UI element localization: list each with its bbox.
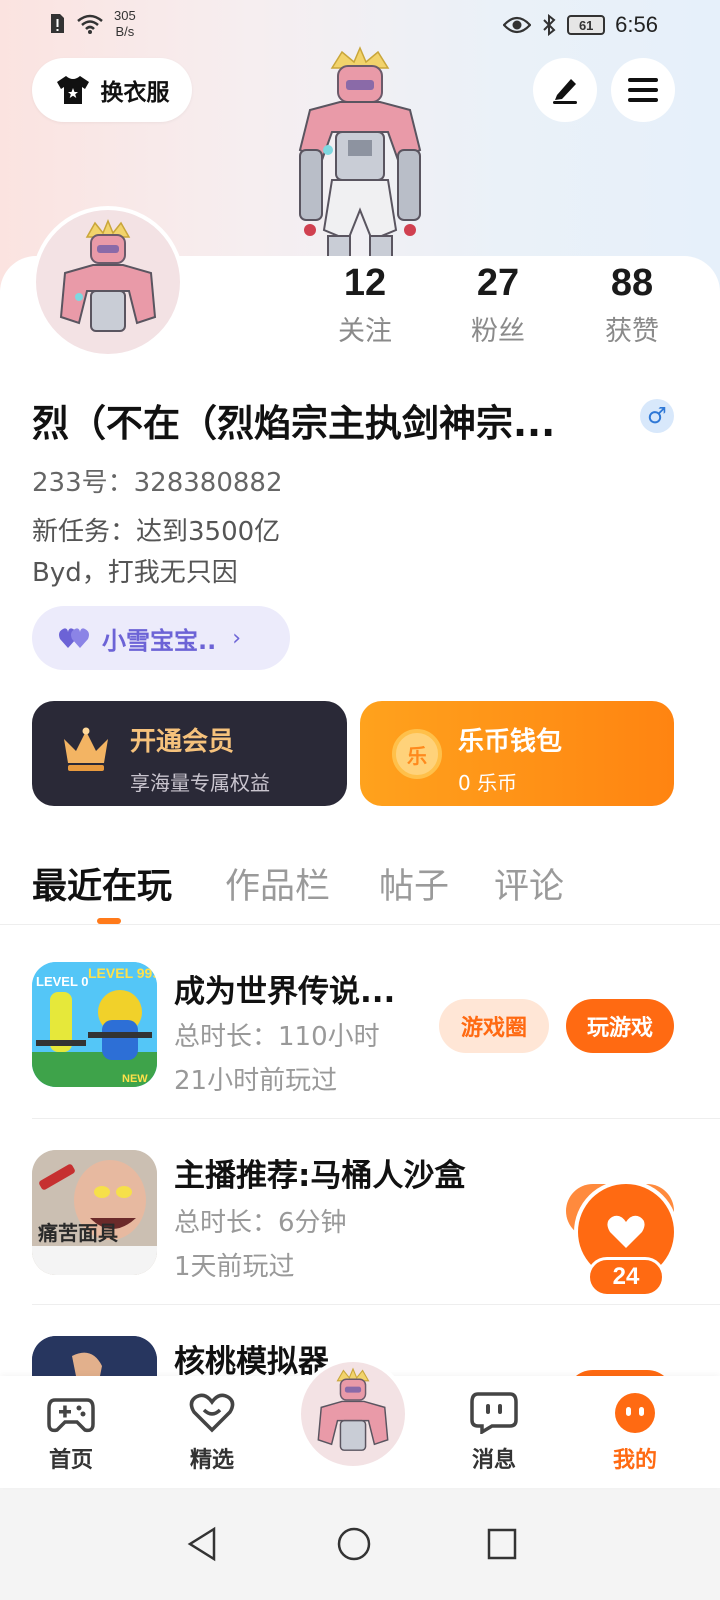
eye-icon (503, 16, 532, 34)
hamburger-menu-icon (628, 78, 658, 102)
followers-count: 27 (476, 262, 520, 304)
tab-comments[interactable]: 评论 (494, 858, 564, 909)
profile-stats: 12 关注 27 粉丝 88 获赞 (0, 262, 720, 362)
back-triangle-icon[interactable] (186, 1526, 218, 1562)
profile-face-icon (615, 1393, 655, 1433)
system-navigation-bar (0, 1488, 720, 1600)
followers-label: 粉丝 (471, 316, 525, 347)
tab-works[interactable]: 作品栏 (225, 858, 330, 909)
play-game-button[interactable]: 玩游戏 (566, 999, 674, 1053)
bio-line: Byd，打我无只因 (32, 558, 238, 588)
game-duration: 总时长：6分钟 (174, 1208, 347, 1238)
profile-tabs: 最近在玩 作品栏 帖子 评论 (32, 858, 712, 928)
change-outfit-label: 换衣服 (100, 80, 170, 106)
crown-icon (64, 727, 108, 771)
game-thumbnail: LEVEL 0 LEVEL 999 NEW (32, 962, 157, 1087)
battery-icon: 61 (567, 15, 606, 35)
game-thumb-label-left: LEVEL 0 (36, 974, 89, 989)
user-bio: 新任务：达到3500亿 Byd，打我无只因 (32, 512, 280, 594)
nav-center-avatar[interactable] (297, 1358, 409, 1470)
nav-messages[interactable]: 消息 (449, 1392, 539, 1474)
heart-icon (607, 1215, 645, 1248)
male-gender-icon: ♂ (640, 399, 674, 433)
tshirt-icon (56, 76, 89, 104)
game-title: 核桃模拟器 (174, 1344, 329, 1380)
nav-profile-label: 我的 (612, 1448, 657, 1473)
avatar-robot-image (317, 1367, 389, 1451)
divider (32, 1304, 720, 1305)
following-label: 关注 (338, 316, 392, 347)
nav-featured[interactable]: 精选 (167, 1392, 257, 1474)
user-id[interactable]: 233号：328380882 (32, 462, 283, 499)
tab-posts[interactable]: 帖子 (379, 858, 449, 909)
nav-profile[interactable]: 我的 (590, 1392, 680, 1474)
network-speed: 305 B/s (114, 8, 136, 39)
alert-sim-icon (51, 14, 64, 33)
recents-square-icon[interactable] (486, 1526, 518, 1562)
vip-subtitle: 享海量专属权益 (130, 771, 270, 795)
wallet-balance: 0 乐币 (458, 771, 518, 795)
game-icon-image: LEVEL 0 LEVEL 999 NEW (32, 962, 157, 1087)
edit-profile-button[interactable] (533, 58, 597, 122)
relation-tag-chip[interactable]: 小雪宝宝.. › (32, 606, 290, 670)
bottom-navigation: 首页 精选 消息 我的 (0, 1358, 720, 1488)
game-icon-image: 痛苦面具 (32, 1150, 157, 1275)
nav-home-label: 首页 (48, 1448, 93, 1473)
divider (32, 1118, 720, 1119)
gamepad-icon (47, 1398, 95, 1433)
wifi-icon (77, 14, 103, 34)
nav-messages-label: 消息 (471, 1448, 516, 1473)
game-thumb-label-right: LEVEL 999 (88, 965, 157, 981)
nav-featured-label: 精选 (189, 1448, 234, 1473)
nav-home[interactable]: 首页 (26, 1392, 116, 1474)
double-heart-icon (59, 628, 89, 648)
stat-following[interactable]: 12 关注 (315, 262, 415, 348)
home-circle-icon[interactable] (336, 1526, 372, 1562)
bluetooth-icon (543, 14, 556, 36)
game-thumbnail: 痛苦面具 (32, 1150, 157, 1275)
wallet-title: 乐币钱包 (458, 727, 563, 757)
bio-line: 新任务：达到3500亿 (32, 517, 281, 547)
following-count: 12 (343, 262, 387, 304)
game-last-played: 21小时前玩过 (174, 1066, 338, 1096)
stat-followers[interactable]: 27 粉丝 (448, 262, 548, 348)
divider (0, 924, 720, 925)
game-last-played: 1天前玩过 (174, 1252, 295, 1282)
game-title: 成为世界传说... (174, 974, 396, 1010)
clock: 6:56 (615, 12, 658, 37)
game-circle-button[interactable]: 游戏圈 (439, 999, 549, 1053)
wallet-card[interactable]: 乐 乐币钱包 0 乐币 (360, 701, 674, 806)
game-duration: 总时长：110小时 (174, 1022, 380, 1052)
vip-membership-card[interactable]: 开通会员 享海量专属权益 (32, 701, 347, 806)
like-count-badge: 24 (587, 1257, 665, 1297)
coin-icon: 乐 (392, 729, 442, 779)
list-item[interactable]: LEVEL 0 LEVEL 999 NEW 成为世界传说... 总时长：110小… (0, 942, 720, 1128)
heart-outline-icon (189, 1393, 235, 1433)
tab-recently-played[interactable]: 最近在玩 (32, 858, 172, 909)
username: 烈（不在（烈焰宗主执剑神宗... (32, 402, 556, 445)
vip-title: 开通会员 (130, 727, 235, 757)
status-bar: 305 B/s 61 6:56 (0, 0, 720, 50)
game-thumb-label: 痛苦面具 (38, 1221, 118, 1245)
pen-icon (553, 79, 577, 104)
outfit-figure-image[interactable] (270, 40, 450, 270)
relation-tag-label: 小雪宝宝.. (102, 626, 217, 655)
likes-label: 获赞 (605, 316, 659, 347)
game-thumb-badge: NEW (122, 1073, 148, 1085)
menu-button[interactable] (611, 58, 675, 122)
game-title: 主播推荐:马桶人沙盒 (174, 1158, 466, 1194)
chat-bubble-icon (470, 1392, 518, 1436)
stat-likes[interactable]: 88 获赞 (582, 262, 682, 348)
chevron-right-icon: › (232, 625, 242, 651)
change-outfit-button[interactable]: 换衣服 (32, 58, 192, 122)
likes-count: 88 (610, 262, 654, 304)
